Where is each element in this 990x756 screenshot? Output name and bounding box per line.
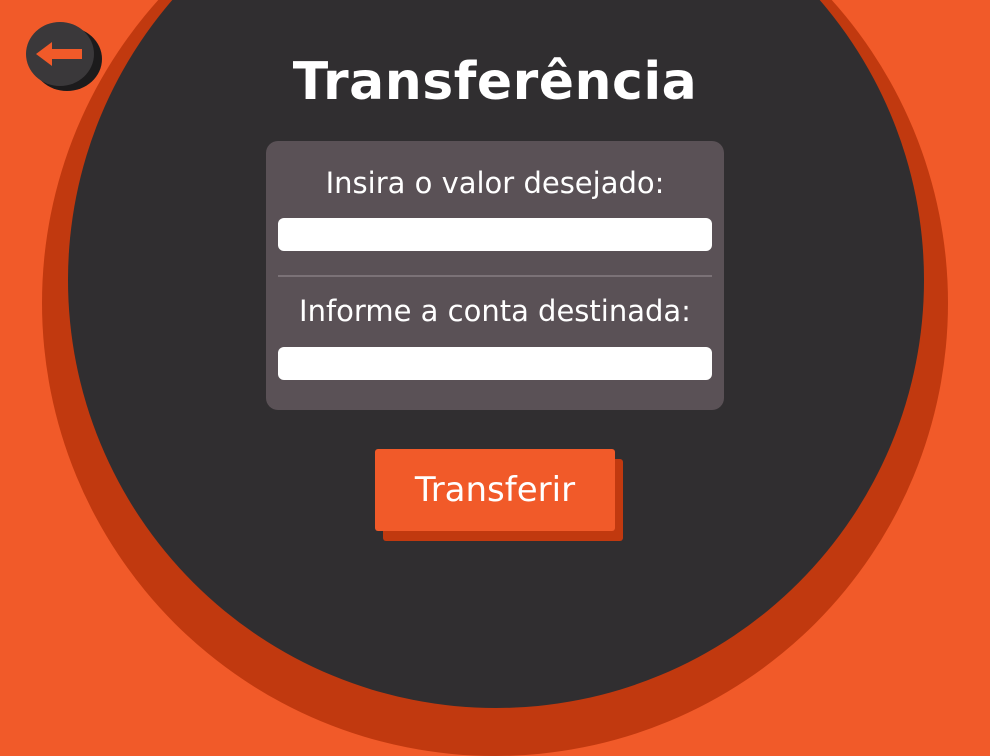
transfer-button[interactable]: Transferir — [375, 449, 615, 531]
transfer-form-card: Insira o valor desejado: Informe a conta… — [266, 141, 724, 410]
page-title: Transferência — [292, 52, 698, 112]
destination-account-label: Informe a conta destinada: — [299, 294, 691, 328]
form-divider — [278, 275, 712, 277]
destination-account-input[interactable] — [278, 347, 712, 380]
amount-label: Insira o valor desejado: — [325, 166, 665, 200]
amount-input[interactable] — [278, 218, 712, 251]
